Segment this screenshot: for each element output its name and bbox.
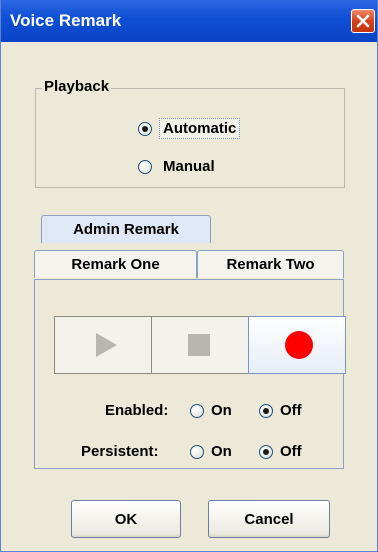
tab-remark-one[interactable]: Remark One bbox=[34, 250, 197, 278]
enabled-off-option[interactable]: Off bbox=[259, 402, 302, 419]
tab-remark-two-label: Remark Two bbox=[226, 256, 315, 273]
persistent-on-option[interactable]: On bbox=[190, 443, 232, 460]
close-icon bbox=[356, 14, 370, 28]
voice-remark-dialog: Voice Remark Playback Automatic Manual A… bbox=[0, 0, 378, 552]
record-icon bbox=[285, 331, 313, 359]
radio-button-automatic[interactable] bbox=[138, 121, 152, 136]
window-title: Voice Remark bbox=[10, 11, 122, 30]
enabled-on-option[interactable]: On bbox=[190, 402, 232, 419]
tab-remark-two[interactable]: Remark Two bbox=[197, 250, 344, 278]
persistent-off-radio[interactable] bbox=[259, 444, 273, 459]
play-icon bbox=[96, 333, 117, 357]
ok-button-label: OK bbox=[114, 510, 138, 528]
cancel-button[interactable]: Cancel bbox=[208, 500, 330, 538]
transport-controls bbox=[54, 316, 348, 374]
persistent-off-option[interactable]: Off bbox=[259, 443, 302, 460]
play-button[interactable] bbox=[54, 316, 152, 374]
enabled-off-radio[interactable] bbox=[259, 403, 273, 418]
persistent-off-label: Off bbox=[280, 443, 302, 460]
persistent-on-radio[interactable] bbox=[190, 444, 204, 459]
enabled-on-radio[interactable] bbox=[190, 403, 204, 418]
stop-button[interactable] bbox=[151, 316, 249, 374]
record-button[interactable] bbox=[248, 316, 346, 374]
persistent-label: Persistent: bbox=[81, 443, 159, 460]
tab-remark-one-label: Remark One bbox=[71, 256, 160, 273]
stop-icon bbox=[188, 334, 210, 356]
radio-button-manual[interactable] bbox=[138, 159, 152, 174]
title-bar[interactable]: Voice Remark bbox=[1, 0, 377, 42]
close-button[interactable] bbox=[351, 9, 375, 33]
persistent-on-label: On bbox=[211, 443, 232, 460]
tab-admin-remark[interactable]: Admin Remark bbox=[41, 215, 211, 243]
enabled-off-label: Off bbox=[280, 402, 302, 419]
enabled-label: Enabled: bbox=[105, 402, 169, 419]
radio-label-automatic: Automatic bbox=[159, 118, 241, 139]
cancel-button-label: Cancel bbox=[244, 510, 294, 528]
tab-admin-remark-label: Admin Remark bbox=[73, 221, 179, 238]
radio-automatic[interactable]: Automatic bbox=[138, 118, 241, 139]
radio-manual[interactable]: Manual bbox=[138, 158, 215, 175]
ok-button[interactable]: OK bbox=[71, 500, 181, 538]
radio-label-manual: Manual bbox=[163, 158, 215, 175]
playback-legend: Playback bbox=[42, 78, 112, 95]
enabled-on-label: On bbox=[211, 402, 232, 419]
